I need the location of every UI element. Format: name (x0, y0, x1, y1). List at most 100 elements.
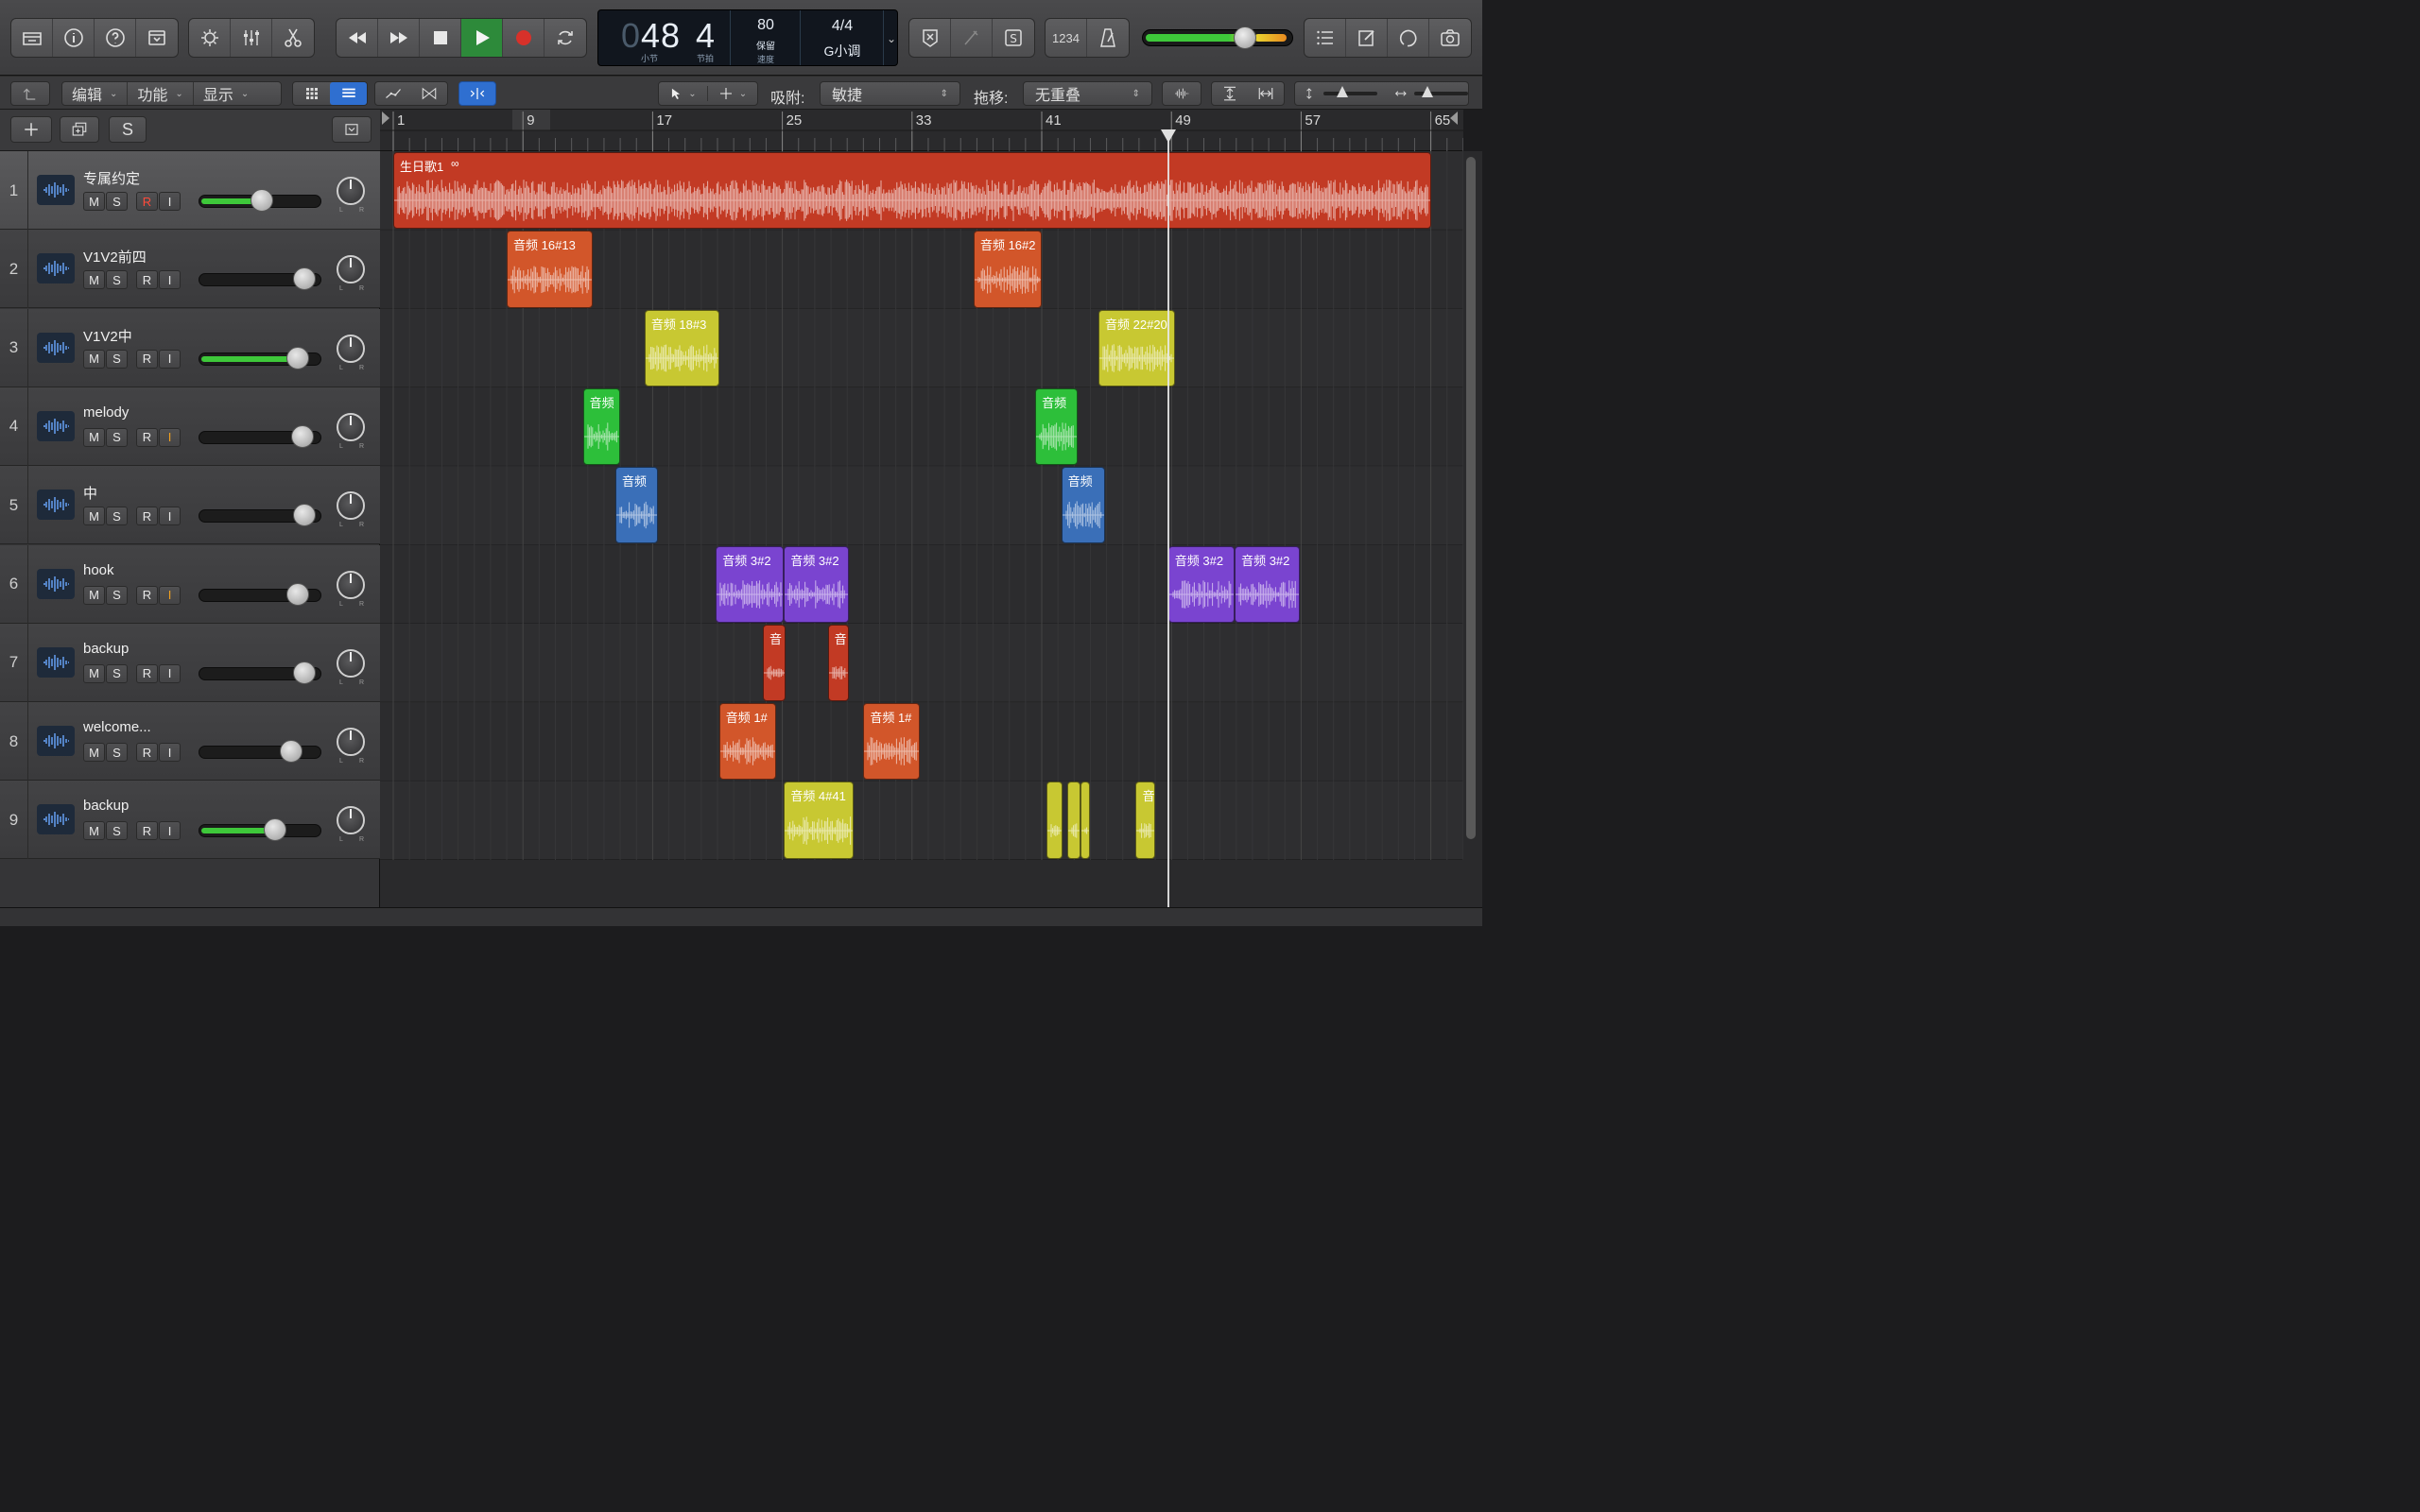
mute-button[interactable]: M (83, 743, 105, 763)
master-volume-slider[interactable] (1142, 26, 1293, 49)
audio-region[interactable]: 音频 3#2 (716, 545, 785, 623)
rewind-button[interactable] (337, 19, 378, 57)
record-enable-button[interactable]: R (136, 427, 158, 447)
track-name[interactable]: backup (83, 798, 129, 814)
input-monitor-button[interactable]: I (159, 507, 181, 526)
mixer-button[interactable] (231, 19, 272, 57)
solo-button[interactable]: S (106, 507, 128, 526)
mute-button[interactable]: M (83, 821, 105, 841)
audio-region[interactable]: 音频 1# (718, 703, 776, 781)
solo-button[interactable]: S (106, 270, 128, 290)
horizontal-zoom-slider[interactable] (1414, 86, 1469, 97)
audio-region[interactable]: 音频 3#2 (1167, 545, 1236, 623)
solo-button[interactable]: S (106, 663, 128, 683)
audio-waveform-icon[interactable] (37, 646, 75, 678)
audio-region[interactable] (1080, 782, 1091, 859)
record-enable-button[interactable]: R (136, 192, 158, 211)
volume-fader-thumb[interactable] (291, 424, 314, 448)
track-name[interactable]: backup (83, 641, 129, 657)
audio-region[interactable]: 音频 3#2 (784, 545, 849, 623)
pan-knob[interactable] (337, 491, 365, 521)
audio-waveform-icon[interactable] (37, 568, 75, 599)
volume-fader-thumb[interactable] (293, 267, 316, 291)
record-button[interactable] (503, 19, 544, 57)
list-view-button[interactable] (330, 82, 367, 105)
track-name[interactable]: hook (83, 562, 114, 578)
mute-button[interactable]: M (83, 270, 105, 290)
track-name[interactable]: 专属约定 (83, 168, 140, 188)
vertical-zoom-slider[interactable] (1322, 86, 1377, 97)
loop-browser-button[interactable] (1388, 19, 1429, 57)
vertical-fit-button[interactable] (1212, 85, 1248, 102)
grid-view-button[interactable] (293, 82, 330, 105)
mute-button[interactable]: M (83, 192, 105, 211)
mute-button[interactable]: M (83, 427, 105, 447)
edit-menu[interactable]: 编辑 ⌄ (62, 82, 129, 105)
track-name[interactable]: 中 (83, 483, 97, 503)
pointer-tool-menu[interactable]: ⌄ (659, 86, 708, 101)
vertical-scroll-thumb[interactable] (1466, 157, 1476, 839)
mute-button[interactable]: M (83, 349, 105, 369)
audio-waveform-icon[interactable] (37, 332, 75, 363)
track-header[interactable]: 6 hook M S R I LR (0, 544, 380, 624)
vertical-scrollbar[interactable] (1463, 151, 1482, 907)
bar-ruler[interactable]: 1 9 17 25 33 41 49 57 65 (380, 110, 1464, 151)
master-volume-thumb[interactable] (1234, 26, 1256, 49)
input-monitor-button[interactable]: I (159, 663, 181, 683)
audio-region[interactable]: 音 (1135, 782, 1156, 859)
solo-button[interactable]: S (106, 743, 128, 763)
input-monitor-button[interactable]: I (159, 349, 181, 369)
browsers-button[interactable] (1429, 19, 1471, 57)
global-tracks-button[interactable] (332, 116, 372, 143)
functions-menu[interactable]: 功能 ⌄ (128, 82, 194, 105)
audio-waveform-icon[interactable] (37, 410, 75, 441)
input-monitor-button[interactable]: I (159, 585, 181, 605)
drag-select[interactable]: 无重叠 ⇕ (1023, 81, 1152, 106)
snap-select[interactable]: 敏捷 ⇕ (820, 81, 960, 106)
solo-button[interactable]: S (106, 192, 128, 211)
mute-button[interactable]: M (83, 585, 105, 605)
audio-region[interactable]: 音频 (614, 467, 658, 544)
audio-region[interactable]: 音频 (1061, 467, 1105, 544)
playhead[interactable] (1167, 132, 1169, 907)
solo-button[interactable]: S (106, 821, 128, 841)
audio-region[interactable]: 音频 3#2 (1235, 545, 1300, 623)
smart-controls-button[interactable] (189, 19, 231, 57)
audio-region[interactable]: 音频 18#3 (644, 309, 719, 387)
global-solo-button[interactable]: S (109, 116, 147, 143)
record-enable-button[interactable]: R (136, 349, 158, 369)
fast-forward-button[interactable] (378, 19, 420, 57)
position-display[interactable]: 0 48 4 小节 节拍 (598, 10, 731, 65)
solo-button[interactable]: S (106, 585, 128, 605)
track-name[interactable]: V1V2中 (83, 326, 132, 346)
record-enable-button[interactable]: R (136, 585, 158, 605)
quick-help-button[interactable] (95, 19, 136, 57)
audio-region[interactable] (1067, 782, 1081, 859)
pan-knob[interactable] (337, 728, 365, 757)
arrange-area[interactable]: 生日歌1 ∞ 音频 16#13 音频 16#2 音频 18#3 音频 22#20 音频 音频音… (380, 151, 1463, 907)
lcd-display[interactable]: 0 48 4 小节 节拍 80 保留 速度 4/4 G小调 ⌄ (597, 9, 898, 66)
duplicate-track-button[interactable] (60, 116, 99, 143)
volume-fader-thumb[interactable] (286, 582, 309, 606)
audio-waveform-icon[interactable] (37, 726, 75, 757)
audio-region[interactable]: 音频 16#13 (507, 231, 593, 308)
pan-knob[interactable] (337, 177, 365, 205)
replace-button[interactable] (909, 19, 951, 57)
volume-fader-thumb[interactable] (293, 504, 316, 527)
list-editors-button[interactable] (1305, 19, 1346, 57)
track-header[interactable]: 4 melody M S R I LR (0, 387, 380, 466)
input-monitor-button[interactable]: I (159, 270, 181, 290)
automation-button[interactable] (375, 82, 411, 105)
volume-fader[interactable] (199, 746, 321, 760)
record-enable-button[interactable]: R (136, 743, 158, 763)
audio-region[interactable]: 音频 (1035, 387, 1078, 466)
volume-fader-thumb[interactable] (293, 661, 316, 684)
notepad-button[interactable] (1346, 19, 1388, 57)
inspector-button[interactable] (53, 19, 95, 57)
audio-region[interactable]: 音 (827, 624, 849, 702)
audio-region[interactable]: 音频 1# (863, 703, 921, 781)
record-enable-button[interactable]: R (136, 270, 158, 290)
horizontal-fit-button[interactable] (1248, 85, 1284, 102)
solo-mode-button[interactable]: S (993, 19, 1034, 57)
input-monitor-button[interactable]: I (159, 743, 181, 763)
